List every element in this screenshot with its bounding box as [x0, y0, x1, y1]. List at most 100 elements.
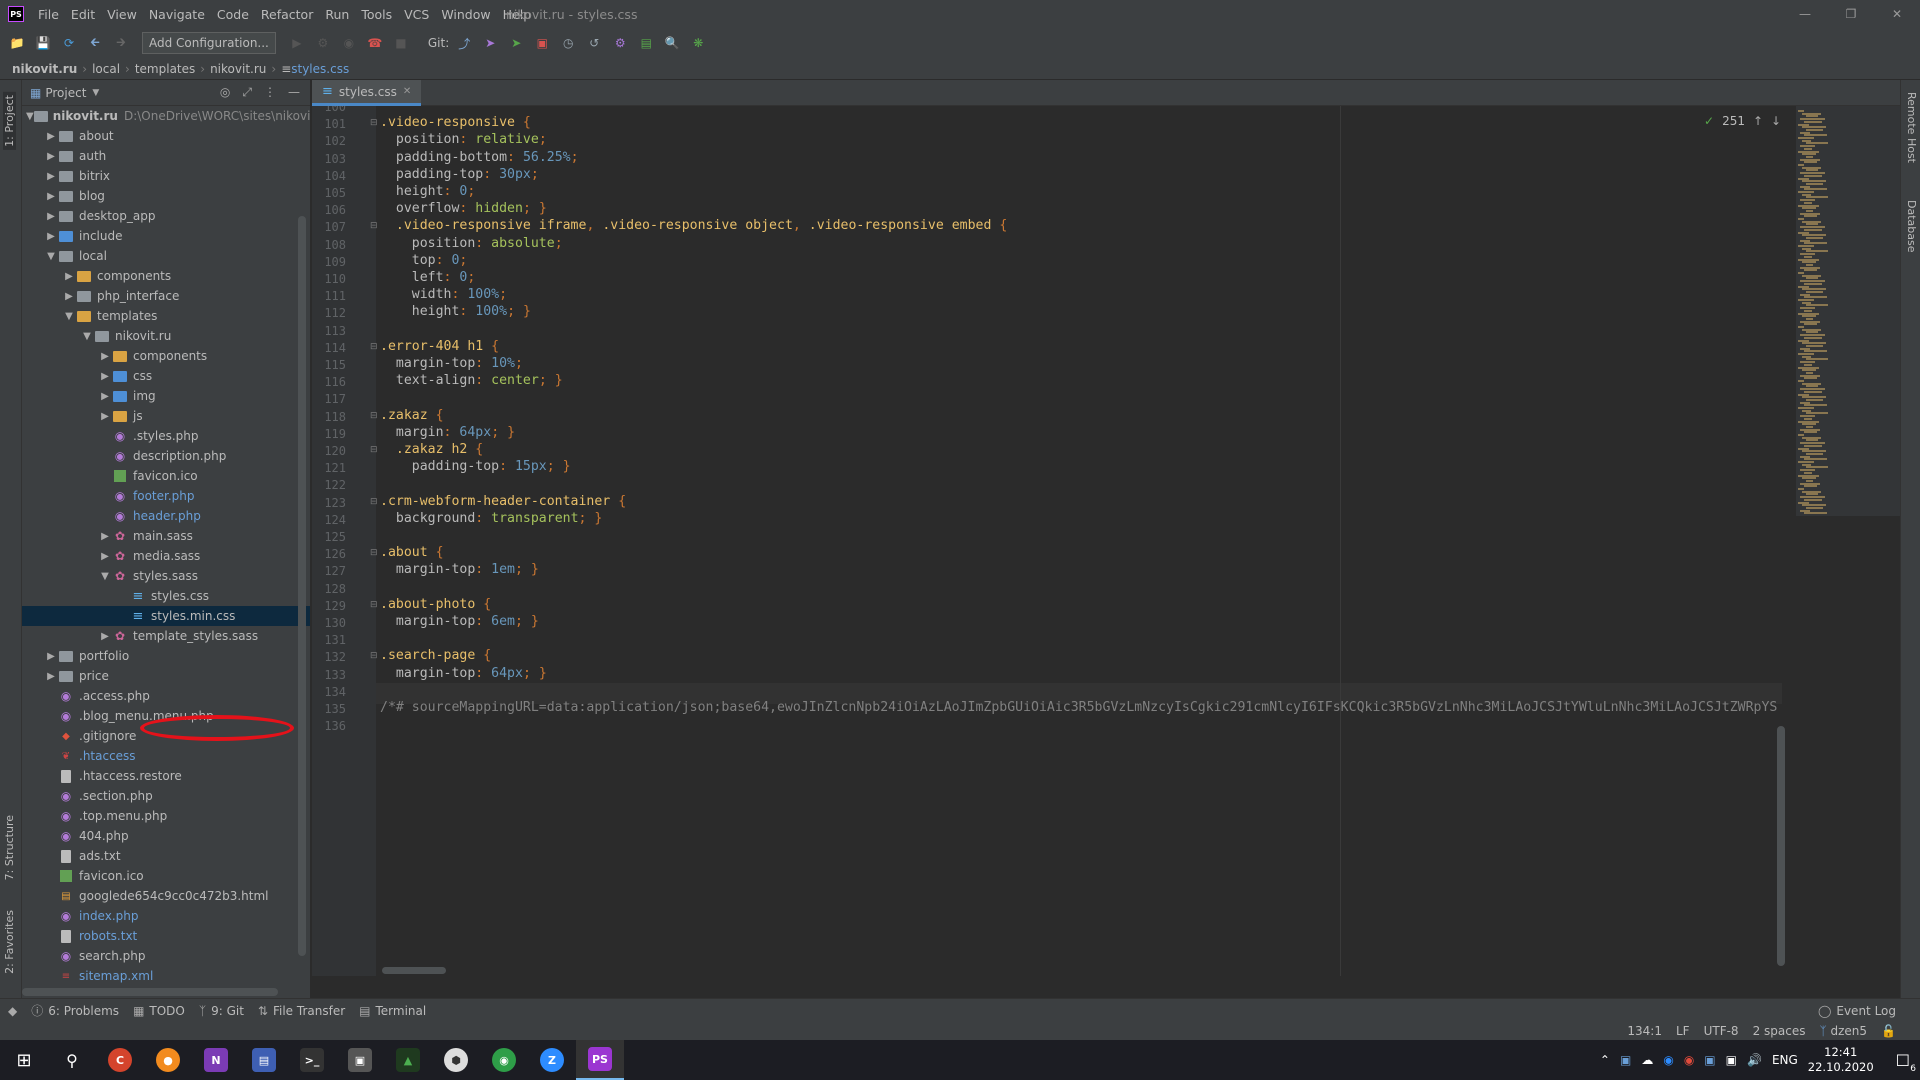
tree-item[interactable]: ▶ bitrix	[22, 166, 310, 186]
tree-item[interactable]: ▶ about	[22, 126, 310, 146]
history-icon[interactable]: ◷	[557, 32, 579, 54]
tree-item[interactable]: ≡ styles.css	[22, 586, 310, 606]
menu-vcs[interactable]: VCS	[398, 7, 435, 22]
menu-code[interactable]: Code	[211, 7, 255, 22]
stop-icon[interactable]: ■	[390, 32, 412, 54]
tree-item[interactable]: ▼ templates	[22, 306, 310, 326]
hide-panel-icon[interactable]: —	[288, 85, 300, 100]
fold-marker-icon[interactable]: ⊟	[370, 600, 378, 610]
chevron-right-icon[interactable]: ▶	[44, 211, 58, 222]
chevron-right-icon[interactable]: ▶	[44, 651, 58, 662]
tree-item[interactable]: ▶ css	[22, 366, 310, 386]
tree-item[interactable]: favicon.ico	[22, 866, 310, 886]
app-icon-save[interactable]: ▤	[240, 1040, 288, 1080]
tree-item[interactable]: ▶ ✿ media.sass	[22, 546, 310, 566]
menu-file[interactable]: File	[32, 7, 65, 22]
chevron-right-icon[interactable]: ▶	[98, 391, 112, 402]
tree-item[interactable]: ▶ components	[22, 346, 310, 366]
app-icon-phpstorm[interactable]: PS	[576, 1040, 624, 1080]
git-push-icon[interactable]: ➤	[505, 32, 527, 54]
locate-icon[interactable]: ◎	[220, 85, 230, 100]
code-editor[interactable]: 100 101 102 103 104 105 106 107 108 109 110 111 112 1…	[312, 106, 1900, 976]
open-folder-icon[interactable]: 📁	[6, 32, 28, 54]
line-number-gutter[interactable]: 100 101 102 103 104 105 106 107 108 109 110 111 112 1…	[312, 106, 376, 976]
synchronize-icon[interactable]: ⟳	[58, 32, 80, 54]
tree-item[interactable]: ◉ .styles.php	[22, 426, 310, 446]
chevron-right-icon[interactable]: ▶	[44, 131, 58, 142]
app-icon-explorer[interactable]: ▣	[336, 1040, 384, 1080]
fold-marker-icon[interactable]: ⊟	[370, 342, 378, 352]
tool-window-button[interactable]: ⓘ 6: Problems	[31, 1002, 119, 1019]
tree-item[interactable]: ◉ description.php	[22, 446, 310, 466]
lock-icon[interactable]: 🔓	[1881, 1024, 1896, 1038]
network-icon[interactable]: ▣	[1726, 1053, 1737, 1067]
chevron-right-icon[interactable]: ▶	[44, 171, 58, 182]
previous-highlight-icon[interactable]: ↑	[1753, 114, 1763, 128]
file-encoding[interactable]: UTF-8	[1704, 1024, 1739, 1038]
tree-item[interactable]: ◉ .top.menu.php	[22, 806, 310, 826]
app-icon-chrome[interactable]: ◉	[480, 1040, 528, 1080]
editor-horizontal-scrollbar[interactable]	[382, 967, 446, 974]
tray-chrome-icon[interactable]: ◉	[1684, 1053, 1694, 1067]
notifications-icon[interactable]: ☐ 6	[1896, 1051, 1916, 1074]
tree-item[interactable]: ▶ img	[22, 386, 310, 406]
tree-item[interactable]: ▼ local	[22, 246, 310, 266]
tree-item[interactable]: ◉ 404.php	[22, 826, 310, 846]
tree-item[interactable]: ◉ footer.php	[22, 486, 310, 506]
more-options-icon[interactable]: ⋮	[264, 85, 276, 100]
indent-setting[interactable]: 2 spaces	[1753, 1024, 1806, 1038]
tree-item[interactable]: ≡ sitemap.xml	[22, 966, 310, 986]
project-view-selector[interactable]: Project	[45, 86, 86, 100]
chevron-right-icon[interactable]: ▶	[98, 551, 112, 562]
chevron-down-icon[interactable]: ▼	[62, 311, 76, 322]
windows-start-icon[interactable]: ⊞	[0, 1040, 48, 1080]
menu-tools[interactable]: Tools	[355, 7, 398, 22]
chevron-right-icon[interactable]: ▶	[98, 351, 112, 362]
chevron-right-icon[interactable]: ▶	[62, 271, 76, 282]
volume-icon[interactable]: 🔊	[1747, 1053, 1762, 1067]
tool-window-button[interactable]: ▦ TODO	[133, 1002, 185, 1019]
close-icon[interactable]: ✕	[403, 86, 411, 97]
clock[interactable]: 12:41 22.10.2020	[1808, 1045, 1874, 1075]
tool-window-button[interactable]: ▤ Terminal	[359, 1002, 426, 1019]
tree-item[interactable]: ≡ styles.min.css	[22, 606, 310, 626]
menu-view[interactable]: View	[101, 7, 143, 22]
typo-icon[interactable]: ✓	[1704, 114, 1714, 128]
input-language[interactable]: ENG	[1772, 1053, 1798, 1067]
menu-run[interactable]: Run	[319, 7, 355, 22]
tree-item[interactable]: ▶ price	[22, 666, 310, 686]
breadcrumb-item[interactable]: styles.css	[291, 62, 349, 76]
tool-tab-database[interactable]: Database	[1905, 200, 1918, 253]
tree-item[interactable]: ◉ header.php	[22, 506, 310, 526]
chevron-right-icon[interactable]: ▶	[44, 151, 58, 162]
menu-window[interactable]: Window	[435, 7, 496, 22]
chevron-right-icon[interactable]: ▶	[44, 231, 58, 242]
tree-item[interactable]: ▶ php_interface	[22, 286, 310, 306]
app-icon-mongodb[interactable]: ▲	[384, 1040, 432, 1080]
tree-item[interactable]: ▶ js	[22, 406, 310, 426]
line-separator[interactable]: LF	[1676, 1024, 1690, 1038]
tree-item[interactable]: ◉ .section.php	[22, 786, 310, 806]
app-icon-terminal[interactable]: >_	[288, 1040, 336, 1080]
chevron-right-icon[interactable]: ▶	[62, 291, 76, 302]
tool-tab-structure[interactable]: 7: Structure	[3, 815, 16, 880]
tree-item[interactable]: ▶ components	[22, 266, 310, 286]
restore-icon[interactable]: ❐	[1828, 0, 1874, 28]
fold-marker-icon[interactable]: ⊟	[370, 411, 378, 421]
phpstorm-logo-icon[interactable]: PS	[8, 6, 24, 22]
tree-item[interactable]: ▶ desktop_app	[22, 206, 310, 226]
tree-item[interactable]: ▶ portfolio	[22, 646, 310, 666]
git-commit-icon[interactable]: ➤	[479, 32, 501, 54]
tree-item[interactable]: ❦ .htaccess	[22, 746, 310, 766]
caret-position[interactable]: 134:1	[1627, 1024, 1662, 1038]
tree-item[interactable]: ▶ include	[22, 226, 310, 246]
fold-marker-icon[interactable]: ⊟	[370, 548, 378, 558]
app-icon-zoom[interactable]: Z	[528, 1040, 576, 1080]
chevron-right-icon[interactable]: ▶	[98, 631, 112, 642]
tree-item[interactable]: ▤ googlede654c9cc0c472b3.html	[22, 886, 310, 906]
tree-item[interactable]: ◉ index.php	[22, 906, 310, 926]
app-icon-cube[interactable]: ⬢	[432, 1040, 480, 1080]
chevron-down-icon[interactable]: ▼	[92, 88, 99, 98]
chevron-right-icon[interactable]: ▶	[98, 371, 112, 382]
fold-marker-icon[interactable]: ⊟	[370, 651, 378, 661]
